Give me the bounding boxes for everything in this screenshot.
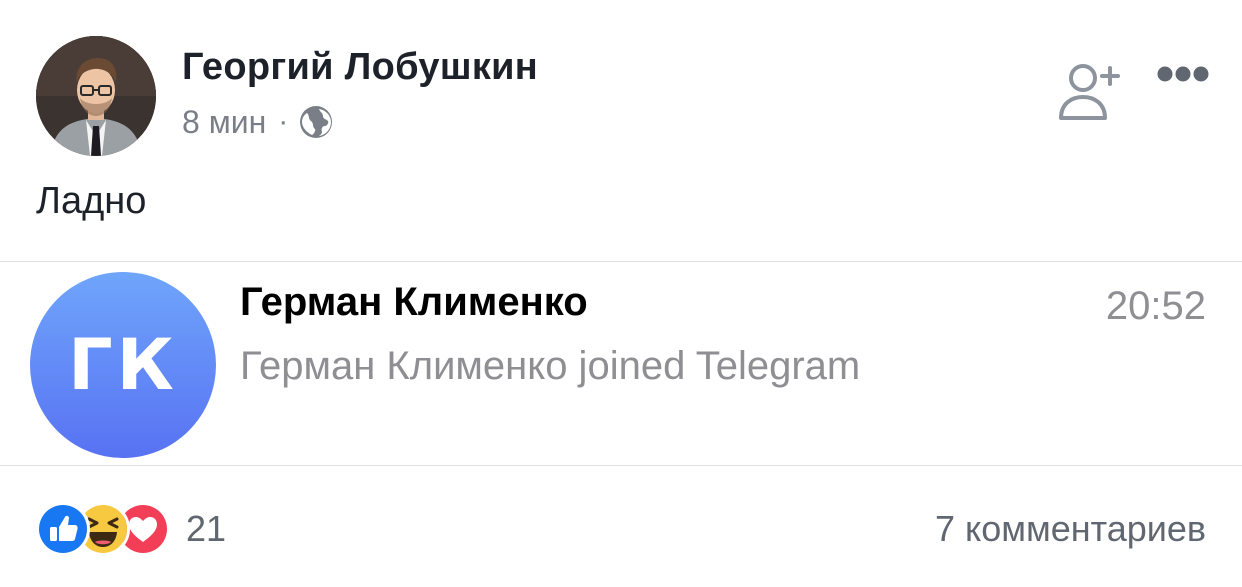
post-time[interactable]: 8 мин (182, 104, 266, 141)
message-time: 20:52 (1105, 284, 1206, 328)
reaction-count[interactable]: 21 (186, 508, 226, 550)
contact-avatar: ГК (30, 272, 216, 458)
more-options-icon[interactable] (1156, 64, 1210, 84)
divider-top (0, 261, 1242, 262)
globe-icon[interactable] (298, 104, 334, 140)
divider-bottom (0, 465, 1242, 466)
add-friend-icon[interactable] (1056, 62, 1120, 126)
contact-initials: ГК (68, 324, 178, 406)
post-meta: 8 мин · (182, 102, 334, 142)
author-name[interactable]: Георгий Лобушкин (182, 46, 538, 89)
post-text: Ладно (36, 180, 147, 222)
comments-count-link[interactable]: 7 комментариев (860, 508, 1206, 550)
reactions-summary[interactable]: 21 (36, 502, 226, 556)
meta-separator: · (278, 105, 289, 138)
like-icon (36, 502, 90, 556)
message-preview: Герман Клименко joined Telegram (240, 344, 861, 388)
author-avatar[interactable] (36, 36, 156, 156)
contact-name: Герман Клименко (240, 280, 588, 324)
